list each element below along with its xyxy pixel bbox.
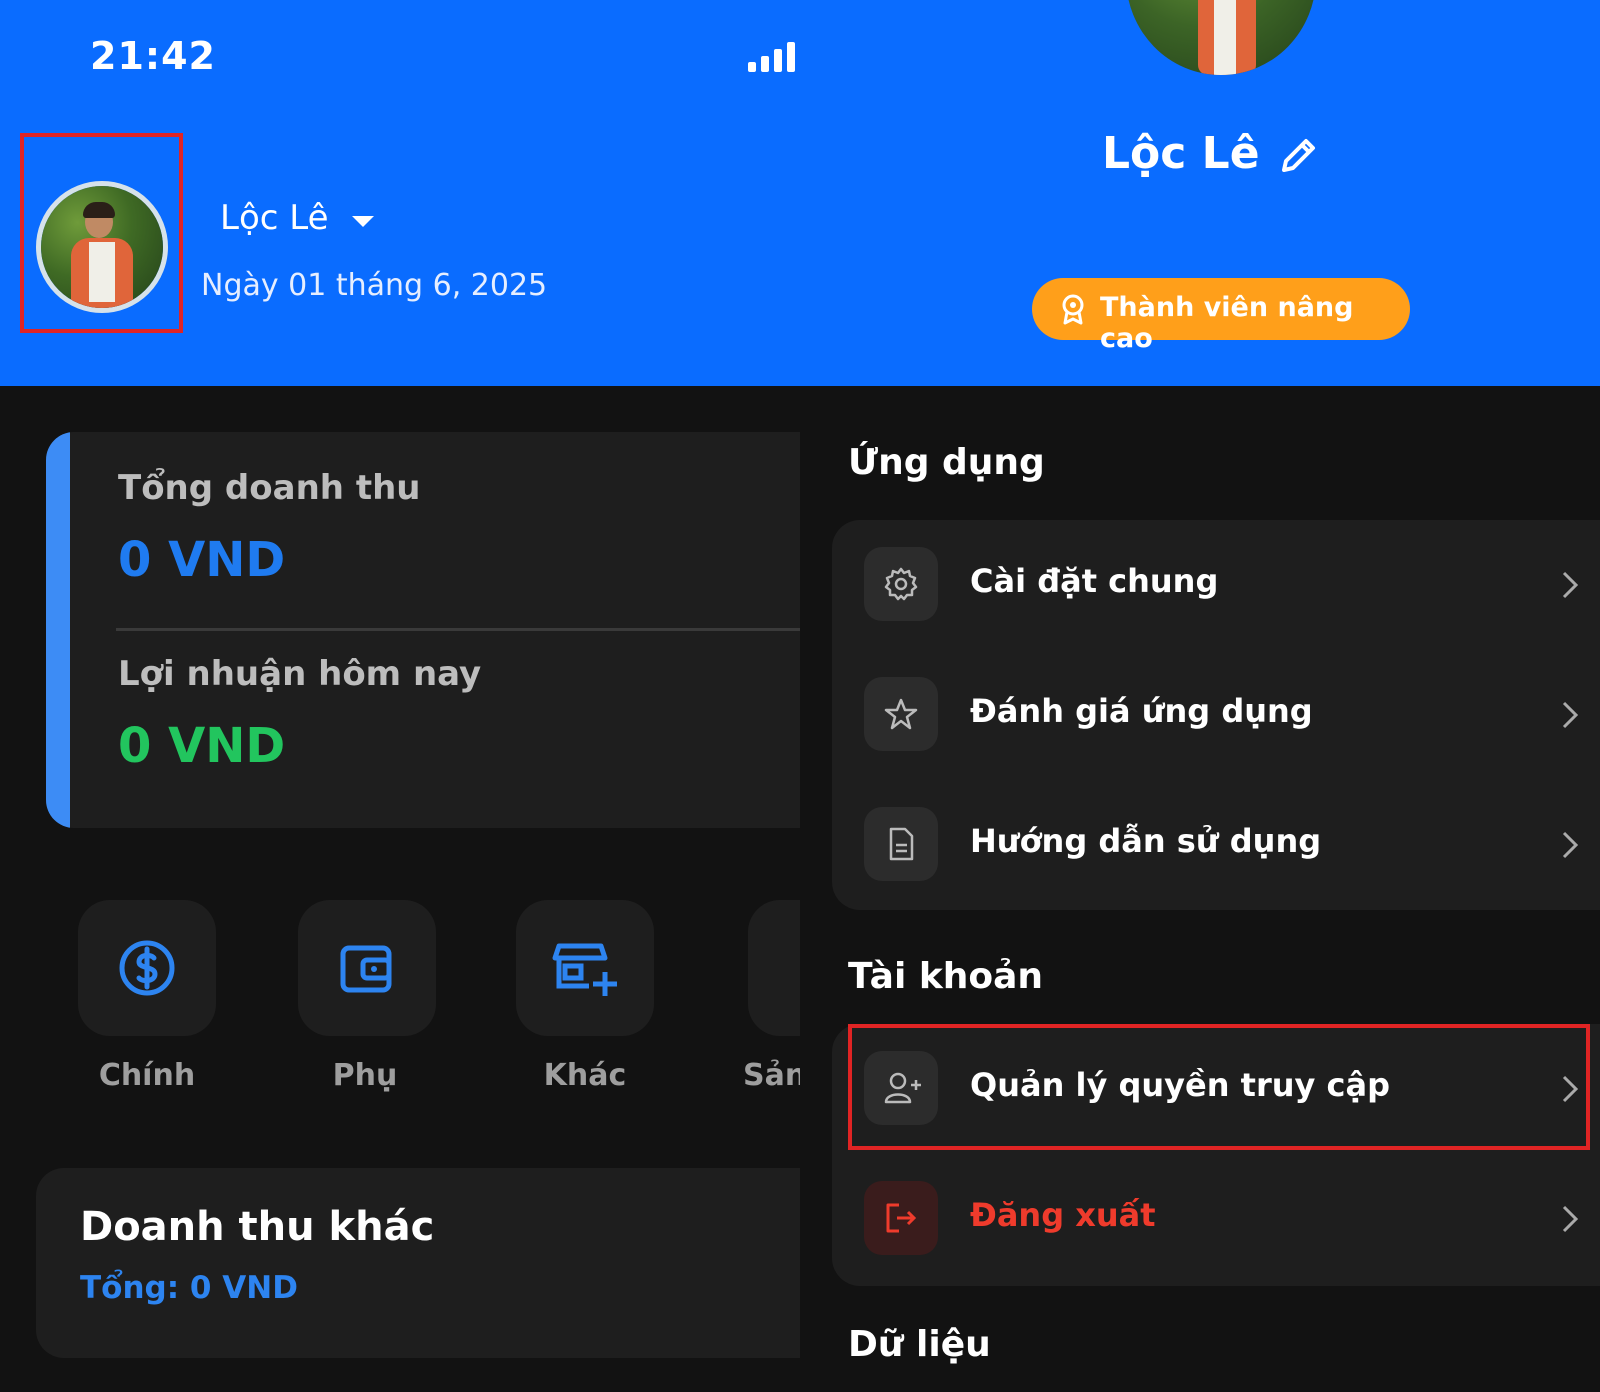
award-icon bbox=[1062, 294, 1084, 325]
quick-action-main[interactable] bbox=[78, 900, 216, 1036]
quick-action-label: Sản bbox=[743, 1058, 800, 1093]
avatar[interactable] bbox=[36, 181, 168, 313]
chevron-right-icon bbox=[1562, 1205, 1579, 1233]
status-time: 21:42 bbox=[90, 34, 216, 78]
app-menu-card: Cài đặt chung Đánh giá ứng dụng Hướng dẫ… bbox=[832, 520, 1600, 910]
menu-item-label: Cài đặt chung bbox=[970, 562, 1219, 600]
revenue-label: Tổng doanh thu bbox=[118, 468, 421, 508]
membership-badge[interactable]: Thành viên nâng cao bbox=[1032, 278, 1410, 354]
access-management-highlight bbox=[848, 1024, 1590, 1150]
other-revenue-total: Tổng: 0 VND bbox=[80, 1270, 298, 1306]
profile-name: Lộc Lê bbox=[1102, 128, 1260, 179]
quick-action-label: Khác bbox=[543, 1058, 627, 1093]
quick-action-other[interactable] bbox=[516, 900, 654, 1036]
chevron-right-icon bbox=[1562, 701, 1579, 729]
store-add-icon bbox=[552, 943, 617, 996]
signal-icon bbox=[748, 40, 796, 72]
profit-label: Lợi nhuận hôm nay bbox=[118, 654, 482, 694]
card-accent bbox=[46, 432, 70, 828]
menu-item-label: Đăng xuất bbox=[970, 1196, 1156, 1234]
section-title-app: Ứng dụng bbox=[848, 442, 1045, 483]
wallet-icon bbox=[340, 945, 392, 993]
profit-value: 0 VND bbox=[118, 718, 286, 774]
other-revenue-card[interactable]: Doanh thu khác Tổng: 0 VND bbox=[36, 1168, 800, 1358]
menu-item-label: Hướng dẫn sử dụng bbox=[970, 822, 1322, 860]
document-icon bbox=[889, 827, 914, 861]
chevron-right-icon bbox=[1562, 571, 1579, 599]
stats-card: Tổng doanh thu 0 VND Lợi nhuận hôm nay 0… bbox=[46, 432, 800, 828]
menu-item-logout[interactable]: Đăng xuất bbox=[832, 1154, 1600, 1284]
section-title-account: Tài khoản bbox=[848, 956, 1044, 997]
menu-item-rate-app[interactable]: Đánh giá ứng dụng bbox=[832, 650, 1600, 780]
menu-item-label: Đánh giá ứng dụng bbox=[970, 692, 1313, 730]
quick-action-label: Chính bbox=[98, 1058, 196, 1093]
membership-label: Thành viên nâng cao bbox=[1100, 292, 1354, 354]
dollar-circle-icon bbox=[119, 940, 175, 996]
home-screen: 21:42 Lộc Lê Ngày 01 tháng 6, 2025 Tổng … bbox=[0, 0, 800, 1392]
user-name[interactable]: Lộc Lê bbox=[220, 198, 329, 238]
profile-screen: Lộc Lê Thành viên nâng cao Ứng dụng Cài … bbox=[800, 0, 1600, 1392]
quick-action-secondary[interactable] bbox=[298, 900, 436, 1036]
revenue-value: 0 VND bbox=[118, 532, 286, 588]
quick-action-products[interactable] bbox=[748, 900, 800, 1036]
caret-down-icon[interactable] bbox=[352, 216, 374, 227]
menu-item-general-settings[interactable]: Cài đặt chung bbox=[832, 520, 1600, 650]
chevron-right-icon bbox=[1562, 831, 1579, 859]
divider bbox=[116, 628, 800, 631]
menu-item-user-guide[interactable]: Hướng dẫn sử dụng bbox=[832, 780, 1600, 910]
star-icon bbox=[884, 698, 918, 730]
quick-action-label: Phụ bbox=[332, 1058, 398, 1093]
gear-icon bbox=[884, 567, 918, 601]
pencil-icon[interactable] bbox=[1276, 134, 1320, 178]
current-date: Ngày 01 tháng 6, 2025 bbox=[201, 268, 548, 303]
logout-icon bbox=[886, 1203, 917, 1233]
section-title-data: Dữ liệu bbox=[848, 1324, 991, 1365]
other-revenue-title: Doanh thu khác bbox=[80, 1204, 435, 1250]
